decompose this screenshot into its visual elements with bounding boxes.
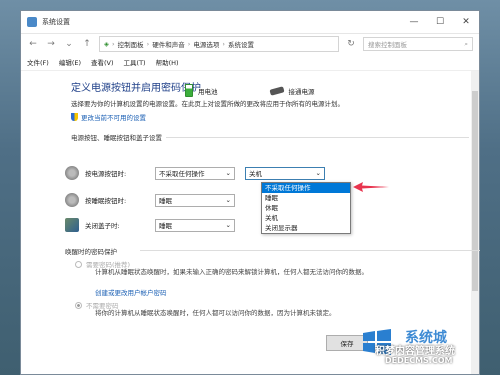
control-panel-icon: ◈ (104, 40, 109, 48)
search-icon: ⌕ (464, 39, 468, 48)
section-title-password: 唤醒时的密码保护 (65, 248, 117, 256)
change-settings-link[interactable]: 更改当前不可用的设置 (71, 112, 469, 122)
power-button-row: 按电源按钮时: 不采取任何操作 ⌄ 关机 ⌄ (65, 166, 335, 180)
menu-edit[interactable]: 编辑(E) (59, 57, 81, 67)
chevron-down-icon: ⌄ (225, 221, 231, 229)
refresh-icon[interactable]: ↻ (345, 39, 357, 49)
section-title-buttons-label: 电源按钮、睡眠按钮和盖子设置 (71, 134, 162, 142)
column-plugged: 接通电源 (288, 87, 315, 96)
chevron-down-icon: ⌄ (315, 169, 321, 177)
power-button-label: 按电源按钮时: (85, 170, 127, 178)
intro-text: 选择要为你的计算机设置的电源设置。在此页上对设置所做的更改将应用于你所有的电源计… (71, 100, 344, 108)
address-bar[interactable]: ◈ › 控制面板 › 硬件和声音 › 电源选项 › 系统设置 (99, 36, 339, 52)
watermark-url: DEDECMS.COM (385, 356, 453, 365)
dropdown-option[interactable]: 不采取任何操作 (262, 183, 350, 193)
chevron-down-icon: ⌄ (225, 196, 231, 204)
window-title: 系统设置 (42, 18, 70, 26)
navigation-bar: ← → ⌄ ↑ ◈ › 控制面板 › 硬件和声音 › 电源选项 › 系统设置 ↻… (21, 34, 479, 54)
up-arrow-icon[interactable]: ↑ (81, 39, 93, 49)
breadcrumb-item[interactable]: 系统设置 (228, 39, 254, 49)
sleep-button-icon (65, 193, 79, 207)
menu-help[interactable]: 帮助(H) (156, 57, 179, 67)
no-password-radio[interactable] (75, 301, 82, 309)
watermark: 系统城 积梦内容管理系统 DEDECMS.COM (355, 325, 500, 375)
sleep-button-row: 按睡眠按钮时: 睡眠 ⌄ (65, 193, 245, 207)
breadcrumb-item[interactable]: 电源选项 (193, 39, 219, 49)
menu-bar: 文件(F) 编辑(E) 查看(V) 工具(T) 帮助(H) (21, 54, 479, 71)
watermark-title: 积梦内容管理系统 (375, 346, 455, 357)
battery-icon (185, 84, 193, 97)
change-settings-label: 更改当前不可用的设置 (81, 114, 146, 122)
lid-close-battery-select[interactable]: 睡眠 ⌄ (155, 218, 235, 232)
sleep-button-label: 按睡眠按钮时: (85, 197, 127, 205)
forward-arrow-icon[interactable]: → (45, 39, 57, 49)
breadcrumb-item[interactable]: 硬件和声音 (152, 39, 185, 49)
power-button-battery-select[interactable]: 不采取任何操作 ⌄ (155, 166, 235, 180)
power-button-icon (65, 166, 79, 180)
menu-file[interactable]: 文件(F) (27, 57, 49, 67)
back-arrow-icon[interactable]: ← (27, 39, 39, 49)
breadcrumb-item[interactable]: 控制面板 (118, 39, 144, 49)
require-password-desc: 计算机从睡眠状态唤醒时，如果未输入正确的密码来解锁计算机，任何人都无法访问你的数… (95, 268, 368, 276)
search-placeholder: 搜索控制面板 (368, 41, 407, 49)
no-password-desc: 将你的计算机从睡眠状态唤醒时，任何人都可以访问你的数据，因为计算机未锁定。 (95, 309, 336, 317)
dropdown-option[interactable]: 休眠 (262, 203, 350, 213)
close-button[interactable]: ✕ (453, 11, 479, 33)
power-button-plugged-select[interactable]: 关机 ⌄ (245, 166, 325, 180)
dropdown-option[interactable]: 睡眠 (262, 193, 350, 203)
search-input[interactable]: 搜索控制面板 ⌕ (363, 37, 473, 51)
power-columns-header: 用电池 接通电源 (185, 84, 315, 97)
create-password-link[interactable]: 创建或更改用户帐户密码 (95, 287, 167, 297)
plug-icon (268, 85, 285, 96)
dropdown-option[interactable]: 关机 (262, 213, 350, 223)
dropdown-option[interactable]: 关闭显示器 (262, 223, 350, 233)
pointer-arrow-icon (353, 182, 389, 192)
menu-view[interactable]: 查看(V) (91, 57, 114, 67)
column-battery: 用电池 (198, 87, 218, 96)
chevron-down-icon: ⌄ (225, 169, 231, 177)
lid-close-label: 关闭盖子时: (85, 222, 120, 230)
laptop-lid-icon (65, 218, 79, 232)
power-button-dropdown-list[interactable]: 不采取任何操作 睡眠 休眠 关机 关闭显示器 (261, 182, 351, 234)
maximize-button[interactable]: ☐ (427, 11, 453, 33)
title-bar: 系统设置 — ☐ ✕ (21, 11, 479, 34)
shield-icon (71, 113, 78, 121)
app-icon (27, 17, 37, 27)
menu-tools[interactable]: 工具(T) (124, 57, 146, 67)
require-password-radio[interactable] (75, 260, 82, 268)
section-title-buttons: 电源按钮、睡眠按钮和盖子设置 (71, 132, 469, 142)
sleep-button-battery-select[interactable]: 睡眠 ⌄ (155, 193, 235, 207)
chevron-down-icon[interactable]: ⌄ (63, 39, 75, 49)
lid-close-row: 关闭盖子时: 睡眠 ⌄ (65, 218, 245, 232)
scroll-thumb[interactable] (472, 91, 478, 291)
minimize-button[interactable]: — (401, 11, 427, 33)
